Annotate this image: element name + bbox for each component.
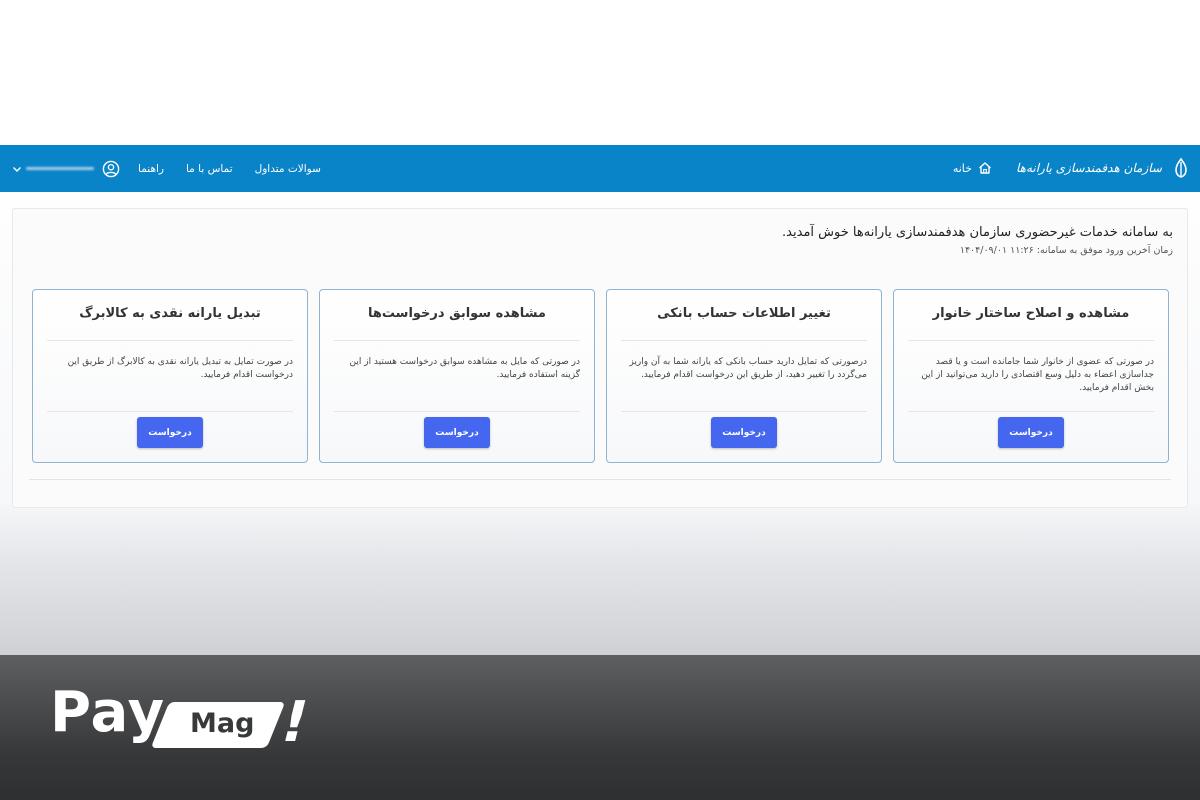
divider bbox=[334, 411, 580, 412]
last-login-info: زمان آخرین ورود موفق به سامانه: ۱۱:۲۶ ۱۴… bbox=[959, 245, 1173, 256]
divider bbox=[908, 411, 1154, 412]
brand-title: سازمان هدفمندسازی یارانه‌ها bbox=[1015, 161, 1162, 175]
user-nav: راهنما تماس با ما سوالات متداول bbox=[12, 145, 343, 192]
main-panel: به سامانه خدمات غیرحضوری سازمان هدفمندسا… bbox=[12, 208, 1188, 508]
request-button[interactable]: درخواست bbox=[711, 417, 777, 448]
home-label: خانه bbox=[952, 161, 972, 175]
user-name-redacted[interactable] bbox=[26, 167, 94, 170]
request-button[interactable]: درخواست bbox=[424, 417, 490, 448]
user-account-icon[interactable] bbox=[102, 160, 120, 178]
nav-faq[interactable]: سوالات متداول bbox=[255, 163, 321, 175]
card-title: مشاهده و اصلاح ساختار خانوار bbox=[932, 306, 1130, 321]
nav-contact[interactable]: تماس با ما bbox=[186, 163, 233, 175]
request-button[interactable]: درخواست bbox=[137, 417, 203, 448]
divider bbox=[334, 340, 580, 341]
card-title: تغییر اطلاعات حساب بانکی bbox=[657, 306, 831, 321]
card-bank-account: تغییر اطلاعات حساب بانکی درصورتی که تمای… bbox=[606, 289, 882, 463]
request-button[interactable]: درخواست bbox=[998, 417, 1064, 448]
iran-emblem-icon bbox=[1175, 157, 1187, 178]
brand: سازمان هدفمندسازی یارانه‌ها خانه bbox=[953, 155, 1190, 181]
card-kalabarg-conversion: تبدیل یارانه نقدی به کالابرگ در صورت تما… bbox=[32, 289, 308, 463]
card-description: در صورتی که مایل به مشاهده سوابق درخواست… bbox=[349, 357, 581, 380]
welcome-message: به سامانه خدمات غیرحضوری سازمان هدفمندسا… bbox=[782, 225, 1173, 240]
card-request-history: مشاهده سوابق درخواست‌ها در صورتی که مایل… bbox=[319, 289, 595, 463]
card-title: تبدیل یارانه نقدی به کالابرگ bbox=[79, 306, 261, 321]
home-icon bbox=[978, 162, 991, 174]
divider bbox=[47, 340, 293, 341]
home-link[interactable]: خانه bbox=[953, 161, 992, 175]
top-navbar: سازمان هدفمندسازی یارانه‌ها خانه راهنما … bbox=[0, 145, 1200, 192]
paymag-logo-pay: Pay bbox=[50, 680, 166, 745]
card-description: درصورتی که تمایل دارید حساب بانکی که یار… bbox=[629, 357, 867, 380]
card-description: در صورتی که عضوی از خانوار شما جامانده ا… bbox=[921, 357, 1154, 393]
paymag-logo-mag: Mag bbox=[190, 708, 255, 739]
chevron-down-icon[interactable] bbox=[12, 164, 22, 174]
divider bbox=[908, 340, 1154, 341]
card-title: مشاهده سوابق درخواست‌ها bbox=[368, 306, 546, 321]
divider bbox=[621, 411, 867, 412]
nav-guide[interactable]: راهنما bbox=[138, 163, 164, 175]
divider bbox=[29, 479, 1171, 480]
divider bbox=[621, 340, 867, 341]
card-description: در صورت تمایل به تبدیل یارانه نقدی به کا… bbox=[67, 357, 293, 380]
divider bbox=[47, 411, 293, 412]
card-household-structure: مشاهده و اصلاح ساختار خانوار در صورتی که… bbox=[893, 289, 1169, 463]
